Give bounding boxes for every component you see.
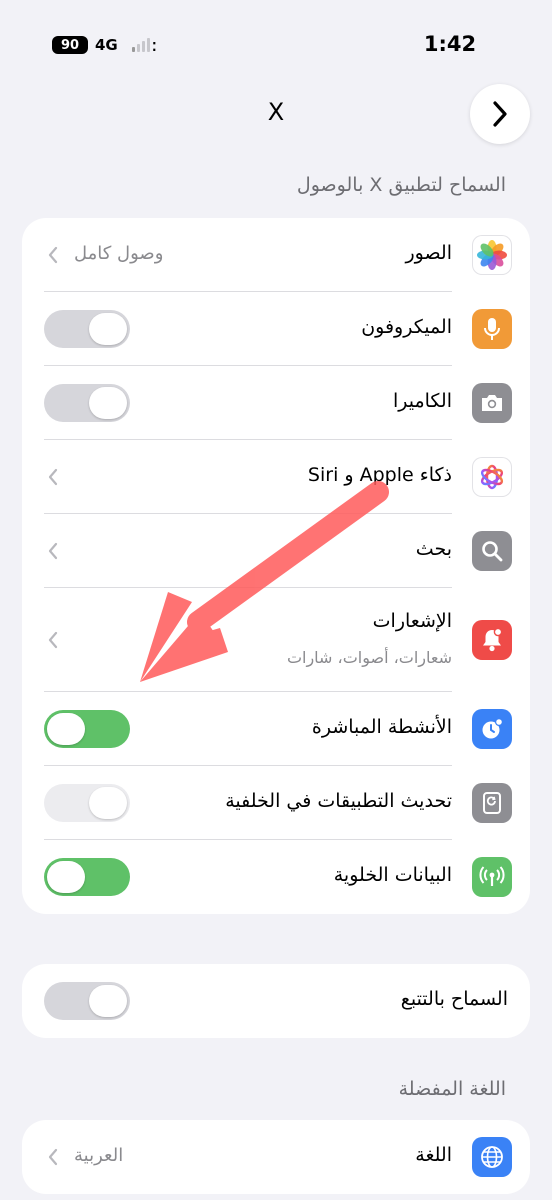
row-value: العربية: [74, 1145, 124, 1166]
chevron-right-icon: [493, 101, 507, 127]
tracking-card: السماح بالتتبع: [22, 964, 530, 1038]
live-activities-icon: [472, 709, 512, 749]
cellular-data-toggle[interactable]: [44, 858, 130, 896]
row-label: بحث: [415, 538, 452, 560]
tracking-toggle[interactable]: [44, 982, 130, 1020]
row-label: الأنشطة المباشرة: [311, 716, 452, 738]
signal-icon: [132, 38, 150, 52]
row-label: تحديث التطبيقات في الخلفية: [225, 790, 452, 812]
microphone-icon: [472, 309, 512, 349]
permissions-list: الصور وصول كامل الميكروفون الكاميرا ذكاء…: [22, 218, 530, 914]
row-label: السماح بالتتبع: [400, 988, 508, 1010]
language-header: اللغة المفضلة: [398, 1078, 506, 1100]
back-button[interactable]: [470, 84, 530, 144]
navigation-bar: X: [0, 84, 552, 144]
row-apple-intelligence-siri[interactable]: ذكاء Apple و Siri: [22, 440, 530, 514]
microphone-toggle[interactable]: [44, 310, 130, 348]
background-refresh-icon: [472, 783, 512, 823]
row-tracking: السماح بالتتبع: [22, 964, 530, 1038]
globe-icon: [472, 1137, 512, 1177]
cellular-icon: [472, 857, 512, 897]
row-background-refresh: تحديث التطبيقات في الخلفية: [22, 766, 530, 840]
search-icon: [472, 531, 512, 571]
row-search[interactable]: بحث: [22, 514, 530, 588]
permissions-header: السماح لتطبيق X بالوصول: [296, 174, 506, 196]
row-language[interactable]: اللغة العربية: [22, 1120, 530, 1194]
row-live-activities: الأنشطة المباشرة: [22, 692, 530, 766]
row-notifications[interactable]: الإشعارات شعارات، أصوات، شارات: [22, 588, 530, 692]
status-time: 1:42: [423, 32, 477, 56]
language-card: اللغة العربية: [22, 1120, 530, 1194]
chevron-left-icon: [48, 468, 58, 486]
camera-icon: [472, 383, 512, 423]
row-label: اللغة: [415, 1144, 452, 1166]
chevron-left-icon: [48, 1148, 58, 1166]
row-label: ذكاء Apple و Siri: [307, 464, 452, 486]
row-cellular-data: البيانات الخلوية: [22, 840, 530, 914]
row-label: البيانات الخلوية: [333, 864, 452, 886]
background-refresh-toggle[interactable]: [44, 784, 130, 822]
row-camera: الكاميرا: [22, 366, 530, 440]
network-type: 4G: [95, 36, 118, 54]
camera-toggle[interactable]: [44, 384, 130, 422]
row-label: الإشعارات: [372, 610, 452, 632]
notifications-icon: [472, 620, 512, 660]
battery-indicator: 90: [52, 36, 88, 54]
more-dots-icon: ⁚: [152, 40, 156, 54]
row-label: الميكروفون: [361, 316, 452, 338]
row-label: الكاميرا: [392, 390, 452, 412]
row-value: وصول كامل: [74, 243, 164, 264]
live-activities-toggle[interactable]: [44, 710, 130, 748]
chevron-left-icon: [48, 542, 58, 560]
photos-icon: [472, 235, 512, 275]
chevron-left-icon: [48, 246, 58, 264]
chevron-left-icon: [48, 631, 58, 649]
row-microphone: الميكروفون: [22, 292, 530, 366]
row-label: الصور: [405, 242, 452, 264]
row-sublabel: شعارات، أصوات، شارات: [286, 648, 452, 667]
apple-intelligence-icon: [472, 457, 512, 497]
status-bar: 90 4G ⁚ 1:42: [0, 0, 552, 90]
row-photos[interactable]: الصور وصول كامل: [22, 218, 530, 292]
